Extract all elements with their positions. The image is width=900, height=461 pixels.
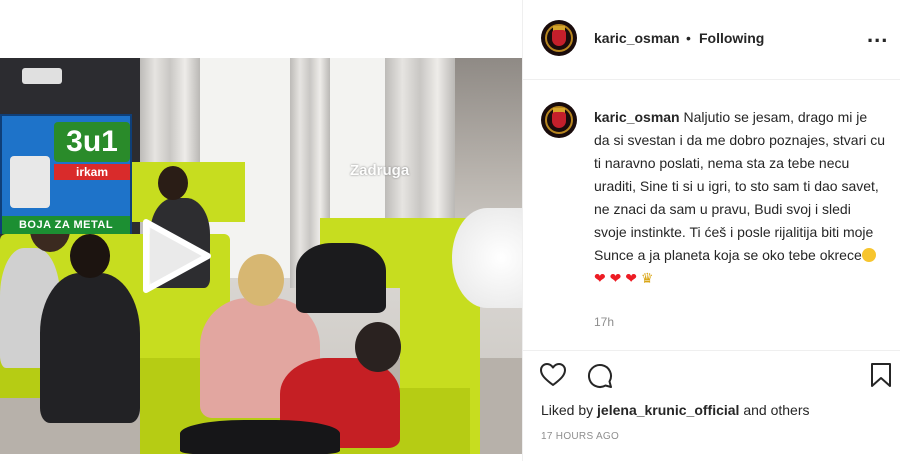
likes-prefix: Liked by [541,402,594,418]
video-watermark: Zadruga [350,162,410,179]
red-heart-emoji-icon: ❤ [625,270,637,286]
bookmark-icon[interactable] [867,361,895,389]
video-ad-band: BOJA ZA METAL [2,216,130,234]
video-scene-person [296,243,386,313]
crown-emoji-icon: ♛ [640,270,654,286]
post-timestamp[interactable]: 17 HOURS AGO [541,431,619,442]
following-button[interactable]: Following [699,30,764,46]
heart-eyes-emoji-icon [861,248,876,262]
heart-icon[interactable] [539,361,567,389]
post-actions: Liked by jelena_krunic_official and othe… [523,350,900,461]
post-header: karic_osman • Following ... [523,0,900,80]
video-scene-person [40,273,140,423]
likes-suffix: and others [743,402,810,418]
avatar-emblem [552,30,566,46]
video-ad-product [10,156,50,208]
video-scene-person [355,322,401,372]
video-ad-overlay: 3u1 irkam BOJA ZA METAL [0,114,132,234]
caption-username[interactable]: karic_osman [594,109,680,125]
video-ad-brand: irkam [54,164,130,180]
avatar-emblem [552,112,566,128]
more-options-button[interactable]: ... [867,22,888,48]
red-heart-emoji-icon: ❤ [594,270,606,286]
video-scene-camera [22,68,62,84]
likes-summary: Liked by jelena_krunic_official and othe… [541,402,810,418]
header-separator: • [686,30,691,46]
video-scene-person [70,234,110,278]
comment-timestamp[interactable]: 17h [594,315,614,329]
video-scene-person [180,420,340,454]
video-scene-person [158,166,188,200]
comment-icon[interactable] [585,361,613,389]
likes-user-link[interactable]: jelena_krunic_official [597,402,739,418]
video-player[interactable]: 3u1 irkam BOJA ZA METAL Zadruga [0,58,522,454]
caption-text: karic_osman Naljutio se jesam, drago mi … [594,106,886,290]
red-heart-emoji-icon: ❤ [609,270,622,286]
video-ad-logo: 3u1 [54,122,130,162]
video-scene-lamp [452,208,522,308]
caption-comment: karic_osman Naljutio se jesam, drago mi … [523,80,900,350]
post-media: 3u1 irkam BOJA ZA METAL Zadruga [0,0,522,461]
avatar[interactable] [541,102,577,138]
post-sidebar: karic_osman • Following ... karic_osman … [522,0,900,461]
header-username[interactable]: karic_osman [594,30,680,46]
play-icon[interactable] [140,218,212,294]
video-scene-person [238,254,284,306]
avatar[interactable] [541,20,577,56]
caption-body: Naljutio se jesam, drago mi je da si sve… [594,109,886,263]
